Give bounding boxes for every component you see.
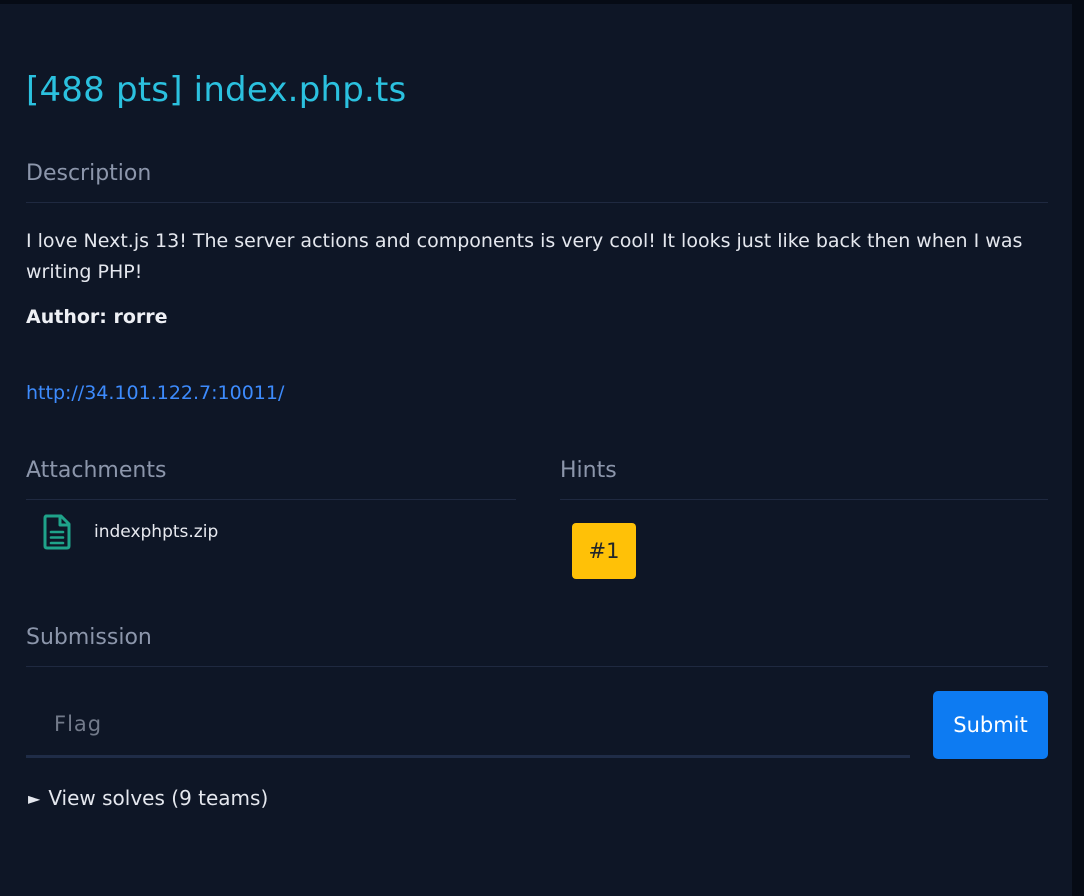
- attachments-divider: [26, 499, 516, 500]
- view-solves-toggle[interactable]: ► View solves (9 teams): [28, 786, 268, 810]
- file-text-icon: [42, 514, 72, 550]
- submission-divider: [26, 666, 1048, 667]
- challenge-description: I love Next.js 13! The server actions an…: [26, 230, 1023, 283]
- challenge-title: [488 pts] index.php.ts: [26, 70, 407, 110]
- triangle-right-icon: ►: [28, 788, 41, 808]
- submit-button[interactable]: Submit: [933, 691, 1048, 759]
- attachment-file-name[interactable]: indexphpts.zip: [94, 522, 218, 542]
- attachment-item[interactable]: indexphpts.zip: [42, 512, 218, 552]
- description-heading: Description: [26, 161, 152, 186]
- challenge-link[interactable]: http://34.101.122.7:10011/: [26, 382, 284, 404]
- challenge-modal: [0, 4, 1072, 896]
- hint-button[interactable]: #1: [572, 523, 636, 579]
- description-divider: [26, 202, 1048, 203]
- hints-divider: [560, 499, 1048, 500]
- challenge-author: Author: rorre: [26, 306, 168, 328]
- window-scroll-gutter: [1072, 0, 1084, 896]
- flag-input[interactable]: [26, 692, 910, 758]
- view-solves-label: View solves (9 teams): [48, 786, 269, 810]
- attachments-heading: Attachments: [26, 458, 167, 483]
- hints-heading: Hints: [560, 458, 617, 483]
- submission-heading: Submission: [26, 625, 152, 650]
